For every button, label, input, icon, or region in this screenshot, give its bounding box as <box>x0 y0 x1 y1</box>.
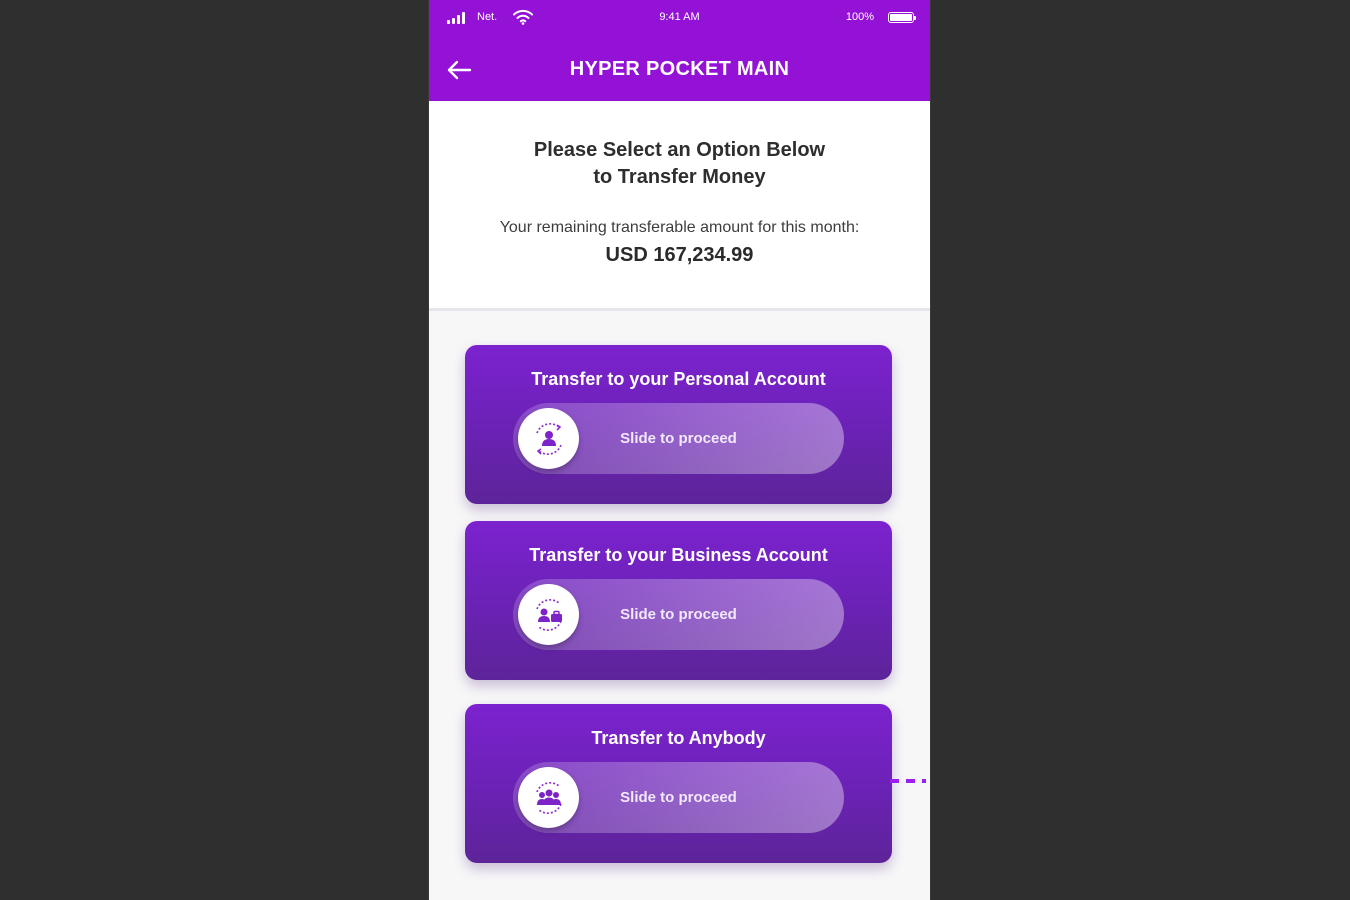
slide-label: Slide to proceed <box>620 606 737 623</box>
option-title: Transfer to your Personal Account <box>531 369 826 389</box>
remaining-amount-label: Your remaining transferable amount for t… <box>499 219 860 236</box>
phone-screen: Net. 9:41 AM 100% HYPER POCKET MAIN Plea… <box>428 0 931 900</box>
slide-to-proceed-slider[interactable]: Slide to proceed <box>513 579 844 650</box>
slide-to-proceed-slider[interactable]: Slide to proceed <box>513 762 844 833</box>
slide-label: Slide to proceed <box>620 430 737 447</box>
battery-percent: 100% <box>845 11 874 23</box>
app-bar: HYPER POCKET MAIN <box>429 38 930 101</box>
status-bar: Net. 9:41 AM 100% <box>429 0 930 38</box>
remaining-amount-value: USD 167,234.99 <box>605 244 754 266</box>
option-card-anybody: Transfer to Anybody Slide to proceed <box>465 704 892 863</box>
option-title: Transfer to your Business Account <box>529 545 828 565</box>
page-title: HYPER POCKET MAIN <box>569 58 790 80</box>
option-title: Transfer to Anybody <box>591 728 766 748</box>
instruction-line-1: Please Select an Option Below <box>533 139 826 161</box>
slide-label: Slide to proceed <box>620 789 737 806</box>
instruction-heading: Please Select an Option Below to Transfe… <box>429 137 930 191</box>
option-card-personal: Transfer to your Personal Account Slide … <box>465 345 892 504</box>
option-card-business: Transfer to your Business Account Slide … <box>465 521 892 680</box>
slide-to-proceed-slider[interactable]: Slide to proceed <box>513 403 844 474</box>
transfer-info-panel: Please Select an Option Below to Transfe… <box>429 101 930 311</box>
connector-dash <box>890 779 926 783</box>
instruction-line-2: to Transfer Money <box>593 166 766 188</box>
battery-icon <box>888 12 916 23</box>
